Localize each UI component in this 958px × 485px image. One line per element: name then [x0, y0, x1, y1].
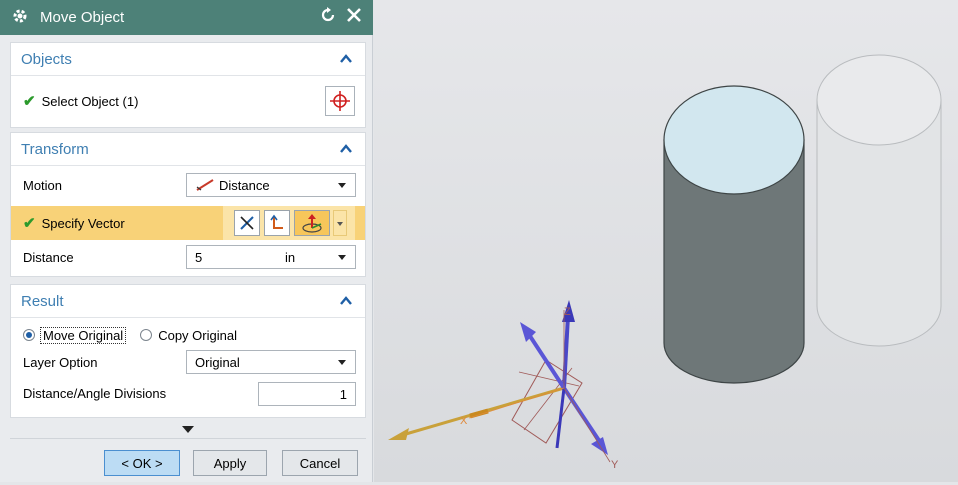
copy-original-label[interactable]: Copy Original [158, 328, 237, 343]
chevron-up-icon[interactable] [339, 142, 353, 156]
y-axis-label: Y [611, 459, 619, 471]
motion-value: Distance [219, 177, 270, 193]
dialog-title: Move Object [40, 9, 125, 26]
select-object-label: Select Object (1) [41, 93, 139, 109]
reverse-direction-icon [240, 216, 254, 230]
vector-options-dropdown[interactable] [333, 210, 347, 236]
layer-option-value: Original [195, 354, 240, 370]
dialog-titlebar: Move Object [0, 0, 373, 35]
apply-button[interactable]: Apply [193, 450, 267, 476]
select-object-row[interactable]: ✔ Select Object (1) [11, 83, 365, 119]
dropdown-arrow-icon [338, 360, 346, 365]
cancel-button[interactable]: Cancel [282, 450, 358, 476]
motion-select[interactable]: Distance [186, 173, 356, 197]
checkmark-icon: ✔ [23, 215, 36, 232]
x-axis-label: X [460, 415, 468, 427]
result-header-label: Result [21, 292, 64, 310]
csys-triad[interactable] [388, 300, 611, 463]
graphics-viewport[interactable]: Z Y X [374, 0, 958, 482]
gear-icon [12, 8, 28, 27]
divisions-value: 1 [339, 386, 347, 402]
move-copy-row: Move Original Copy Original [11, 323, 365, 347]
motion-label: Motion [23, 177, 63, 193]
move-original-radio[interactable] [23, 329, 35, 341]
layer-option-label: Layer Option [23, 354, 98, 370]
checkmark-icon: ✔ [23, 93, 36, 110]
dropdown-arrow-icon [338, 255, 346, 260]
objects-section: Objects ✔ Select Object (1) [10, 42, 366, 128]
z-axis-label: Z [564, 306, 571, 318]
original-cylinder[interactable] [816, 54, 942, 347]
layer-option-select[interactable]: Original [186, 350, 356, 374]
distance-label: Distance [23, 249, 74, 265]
result-section-header[interactable]: Result [11, 285, 365, 318]
scene: Z Y X [388, 54, 942, 471]
transform-header-label: Transform [21, 140, 89, 158]
moved-cylinder[interactable] [663, 85, 805, 384]
inferred-vector-icon [302, 214, 322, 233]
transform-section-header[interactable]: Transform [11, 133, 365, 166]
dropdown-arrow-icon [337, 222, 343, 226]
objects-section-header[interactable]: Objects [11, 43, 365, 76]
distance-motion-icon [196, 179, 214, 191]
reset-icon[interactable] [319, 6, 337, 29]
close-icon[interactable] [345, 6, 363, 29]
distance-input[interactable]: 5 in [186, 245, 356, 269]
copy-original-radio[interactable] [140, 329, 153, 341]
crosshair-icon [330, 91, 350, 111]
reverse-direction-button[interactable] [234, 210, 260, 236]
distance-value: 5 [195, 249, 203, 265]
distance-unit[interactable]: in [285, 250, 295, 265]
objects-header-label: Objects [21, 50, 72, 68]
inferred-vector-button[interactable] [294, 210, 330, 236]
select-object-button[interactable] [325, 86, 355, 116]
chevron-up-icon[interactable] [339, 52, 353, 66]
dropdown-arrow-icon [338, 183, 346, 188]
divisions-label: Distance/Angle Divisions [23, 385, 167, 401]
move-original-label[interactable]: Move Original [40, 326, 127, 344]
specify-vector-row[interactable]: ✔ Specify Vector [11, 206, 365, 240]
transform-section: Transform Motion Distance ✔ Specify Vect… [10, 132, 366, 277]
ok-button[interactable]: < OK > [104, 450, 180, 476]
more-options-toggle[interactable] [10, 420, 366, 439]
move-object-dialog: Move Object Objects ✔ Select Object (1) [0, 0, 373, 482]
vector-dialog-button[interactable] [264, 210, 290, 236]
divisions-input[interactable]: 1 [258, 382, 356, 406]
vector-dialog-icon [270, 214, 283, 229]
expand-arrow-icon [182, 425, 194, 433]
chevron-up-icon[interactable] [339, 294, 353, 308]
specify-vector-label: Specify Vector [41, 215, 125, 231]
result-section: Result Move Original Copy Original Layer… [10, 284, 366, 418]
